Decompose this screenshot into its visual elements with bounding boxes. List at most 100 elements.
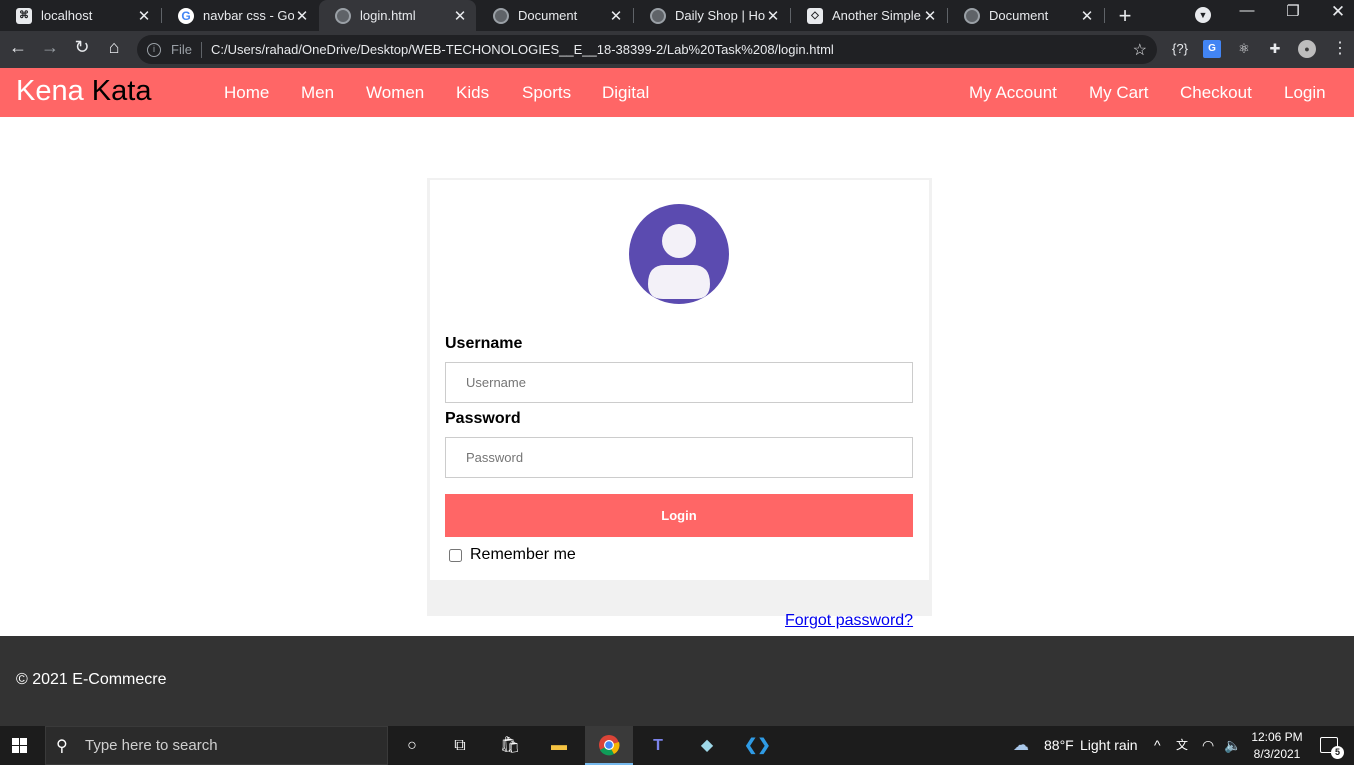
globe-icon [650, 7, 666, 24]
tab-label: localhost [41, 8, 93, 23]
password-input[interactable] [445, 437, 913, 478]
extensions-puzzle-icon[interactable]: ✚ [1266, 40, 1284, 58]
nav-link-men[interactable]: Men [301, 83, 334, 103]
new-tab-plus-icon[interactable]: + [1114, 3, 1136, 29]
vscode-icon[interactable]: ❮❯ [744, 734, 771, 758]
site-navbar: Kena Kata Home Men Women Kids Sports Dig… [0, 68, 1354, 117]
windows-start-icon[interactable] [12, 738, 27, 753]
close-icon[interactable]: ✕ [294, 7, 310, 25]
nav-link-my-account[interactable]: My Account [969, 83, 1057, 103]
clock-date: 8/3/2021 [1253, 747, 1301, 761]
tab-label: Document [518, 8, 578, 23]
nav-link-checkout[interactable]: Checkout [1180, 83, 1252, 103]
localhost-icon: ⌘ [16, 7, 32, 24]
codepen-icon: ◇ [807, 7, 823, 24]
nav-link-kids[interactable]: Kids [456, 83, 489, 103]
tab-label: Document [989, 8, 1049, 23]
google-icon: G [178, 7, 194, 24]
menu-kebab-icon[interactable]: ⋮ [1331, 40, 1349, 58]
nav-link-digital[interactable]: Digital [602, 83, 649, 103]
remember-me-checkbox[interactable] [449, 548, 462, 562]
close-icon[interactable]: ✕ [452, 7, 468, 25]
taskbar-search-placeholder: Type here to search [85, 737, 218, 754]
copyright-text: © 2021 E-Commecre [16, 671, 167, 688]
url-text[interactable]: C:/Users/rahad/OneDrive/Desktop/WEB-TECH… [211, 42, 834, 57]
microsoft-store-icon[interactable]: 🛍 [498, 734, 522, 758]
nav-link-my-cart[interactable]: My Cart [1089, 83, 1149, 103]
close-icon[interactable]: ✕ [922, 7, 938, 25]
back-arrow-icon[interactable]: ← [6, 37, 30, 58]
show-hidden-icons-chevron-icon[interactable]: ^ [1154, 726, 1161, 765]
tab-divider [1104, 8, 1105, 23]
globe-icon [964, 7, 980, 24]
task-view-icon[interactable]: ⧉ [448, 734, 472, 758]
nav-link-women[interactable]: Women [366, 83, 424, 103]
browser-tab[interactable]: ◇ Another Simple F ✕ [791, 0, 946, 31]
react-devtools-icon[interactable]: ⚛ [1235, 40, 1253, 58]
weather-temp[interactable]: 88°F [1044, 726, 1074, 765]
reload-icon[interactable]: ↻ [70, 37, 94, 58]
browser-tab[interactable]: Daily Shop | Hom ✕ [634, 0, 789, 31]
username-label: Username [445, 335, 523, 352]
site-footer: © 2021 E-Commecre [0, 636, 1354, 726]
home-icon[interactable]: ⌂ [102, 37, 126, 58]
tab-search-chevron-icon[interactable]: ▼ [1195, 7, 1211, 23]
tab-label: Daily Shop | Hom [675, 8, 765, 23]
nav-link-home[interactable]: Home [224, 83, 269, 103]
taskbar-clock[interactable]: 12:06 PM 8/3/2021 [1246, 729, 1308, 763]
tab-label: navbar css - Goog [203, 8, 294, 23]
minimize-icon[interactable]: — [1232, 2, 1262, 19]
user-avatar-icon [629, 204, 729, 304]
password-label: Password [445, 410, 521, 427]
weather-cloud-icon[interactable]: ☁ [1013, 726, 1029, 765]
file-explorer-icon[interactable]: ▬ [547, 734, 571, 758]
wifi-icon[interactable]: ◠ [1202, 726, 1214, 765]
browser-tab[interactable]: G navbar css - Goog ✕ [162, 0, 318, 31]
forgot-password-link[interactable]: Forgot password? [785, 612, 913, 630]
translate-extension-icon[interactable]: G [1203, 40, 1221, 58]
login-button[interactable]: Login [445, 494, 913, 537]
tab-label: login.html [360, 8, 416, 23]
tab-label: Another Simple F [832, 8, 922, 23]
browser-tab[interactable]: Document ✕ [948, 0, 1103, 31]
app-icon[interactable]: ◆ [695, 734, 719, 758]
cortana-icon[interactable]: ○ [400, 734, 424, 758]
remember-me[interactable]: Remember me [449, 546, 576, 564]
windows-taskbar: ⚲ Type here to search ○ ⧉ 🛍 ▬ T ◆ ❮❯ ☁ 8… [0, 726, 1354, 765]
browser-tabstrip: ⌘ localhost ✕ G navbar css - Goog ✕ logi… [0, 0, 1354, 31]
teams-icon[interactable]: T [646, 734, 670, 758]
notification-badge: 5 [1331, 746, 1344, 759]
taskbar-search[interactable]: ⚲ Type here to search [45, 726, 388, 765]
address-bar[interactable]: i File C:/Users/rahad/OneDrive/Desktop/W… [137, 35, 1157, 64]
input-language-indicator[interactable]: 文 [1176, 726, 1188, 765]
brand-part1: Kena [16, 75, 84, 107]
username-input[interactable] [445, 362, 913, 403]
forward-arrow-icon[interactable]: → [38, 37, 62, 58]
address-divider [200, 41, 202, 58]
chrome-icon[interactable] [597, 734, 621, 758]
info-icon[interactable]: i [147, 42, 161, 57]
nav-link-login[interactable]: Login [1284, 83, 1326, 103]
globe-icon [493, 7, 509, 24]
restore-icon[interactable]: ❐ [1278, 2, 1308, 20]
remember-me-label: Remember me [470, 546, 576, 563]
close-icon[interactable]: ✕ [136, 7, 152, 25]
brand-logo[interactable]: Kena Kata [16, 75, 151, 108]
browser-tab[interactable]: ⌘ localhost ✕ [0, 0, 160, 31]
weather-condition[interactable]: Light rain [1080, 726, 1138, 765]
close-icon[interactable]: ✕ [765, 7, 781, 25]
close-icon[interactable]: ✕ [608, 7, 624, 25]
close-window-icon[interactable]: ✕ [1323, 2, 1353, 22]
scheme-label: File [171, 42, 192, 57]
globe-icon [335, 7, 351, 24]
clock-time: 12:06 PM [1251, 730, 1303, 744]
browser-tab-active[interactable]: login.html ✕ [319, 0, 476, 31]
browser-tab[interactable]: Document ✕ [477, 0, 632, 31]
bookmark-star-icon[interactable]: ☆ [1133, 40, 1147, 60]
json-extension-icon[interactable]: {?} [1171, 40, 1189, 58]
close-icon[interactable]: ✕ [1079, 7, 1095, 25]
volume-icon[interactable]: 🔈 [1224, 726, 1241, 765]
profile-avatar-icon[interactable]: ● [1298, 40, 1316, 58]
browser-toolbar: ← → ↻ ⌂ i File C:/Users/rahad/OneDrive/D… [0, 31, 1354, 68]
nav-link-sports[interactable]: Sports [522, 83, 571, 103]
